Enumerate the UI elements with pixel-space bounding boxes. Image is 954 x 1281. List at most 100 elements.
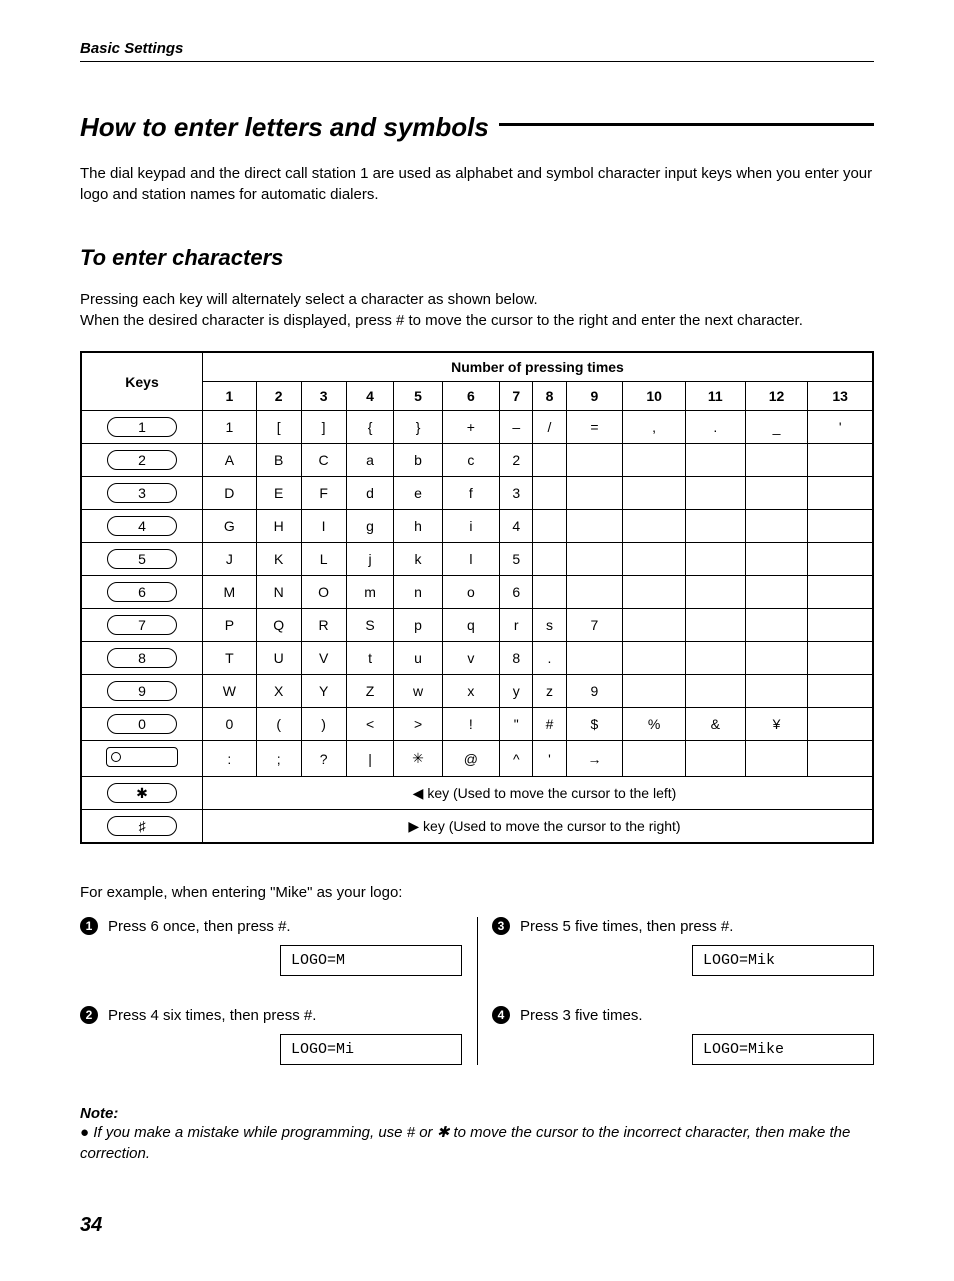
page-title: How to enter letters and symbols: [80, 112, 499, 143]
value-cell: 1: [203, 411, 257, 444]
key-cell: 7: [81, 609, 203, 642]
value-cell: ✳: [394, 741, 442, 777]
value-cell: [533, 477, 566, 510]
value-cell: [566, 477, 623, 510]
value-cell: [745, 675, 808, 708]
value-cell: _: [745, 411, 808, 444]
value-cell: [623, 444, 686, 477]
value-cell: &: [685, 708, 745, 741]
table-row: 2ABCabc2: [81, 444, 873, 477]
value-cell: [685, 477, 745, 510]
value-cell: [533, 444, 566, 477]
table-row: 8TUVtuv8.: [81, 642, 873, 675]
value-cell: [623, 642, 686, 675]
keycap: 8: [107, 648, 177, 668]
key-cell: 8: [81, 642, 203, 675]
value-cell: V: [301, 642, 346, 675]
value-cell: [745, 510, 808, 543]
value-cell: @: [442, 741, 500, 777]
value-cell: y: [500, 675, 533, 708]
value-cell: ": [500, 708, 533, 741]
subheading: To enter characters: [80, 245, 874, 271]
value-cell: T: [203, 642, 257, 675]
value-cell: [808, 477, 873, 510]
table-row: 3DEFdef3: [81, 477, 873, 510]
note-section: Note: If you make a mistake while progra…: [80, 1105, 874, 1164]
value-cell: ': [533, 741, 566, 777]
value-cell: [808, 576, 873, 609]
value-cell: C: [301, 444, 346, 477]
value-cell: t: [346, 642, 394, 675]
value-cell: q: [442, 609, 500, 642]
value-cell: l: [442, 543, 500, 576]
character-table: Keys Number of pressing times 1234567891…: [80, 351, 874, 844]
key-cell: 6: [81, 576, 203, 609]
value-cell: >: [394, 708, 442, 741]
value-cell: [685, 576, 745, 609]
value-cell: I: [301, 510, 346, 543]
value-cell: ;: [256, 741, 301, 777]
value-cell: n: [394, 576, 442, 609]
value-cell: #: [533, 708, 566, 741]
col-header: 4: [346, 382, 394, 411]
value-cell: [533, 510, 566, 543]
value-cell: [: [256, 411, 301, 444]
value-cell: (: [256, 708, 301, 741]
value-cell: [623, 675, 686, 708]
value-cell: ]: [301, 411, 346, 444]
value-cell: v: [442, 642, 500, 675]
value-cell: S: [346, 609, 394, 642]
key-cell: 1: [81, 411, 203, 444]
value-cell: ': [808, 411, 873, 444]
value-cell: h: [394, 510, 442, 543]
value-cell: L: [301, 543, 346, 576]
value-cell: [745, 642, 808, 675]
keycap: 7: [107, 615, 177, 635]
value-cell: [566, 444, 623, 477]
value-cell: [745, 741, 808, 777]
value-cell: [685, 444, 745, 477]
value-cell: !: [442, 708, 500, 741]
value-cell: [623, 477, 686, 510]
keycap: 3: [107, 483, 177, 503]
value-cell: W: [203, 675, 257, 708]
direct-call-key: [106, 747, 178, 767]
value-cell: ¥: [745, 708, 808, 741]
value-cell: ^: [500, 741, 533, 777]
key-cell: ♯: [81, 810, 203, 844]
value-cell: c: [442, 444, 500, 477]
table-row: 7PQRSpqrs7: [81, 609, 873, 642]
star-note: ◀ key (Used to move the cursor to the le…: [203, 777, 874, 810]
key-cell: 0: [81, 708, 203, 741]
value-cell: N: [256, 576, 301, 609]
value-cell: +: [442, 411, 500, 444]
value-cell: [745, 576, 808, 609]
value-cell: [745, 609, 808, 642]
value-cell: Y: [301, 675, 346, 708]
display-box: LOGO=Mi: [280, 1034, 462, 1065]
value-cell: [533, 576, 566, 609]
column-divider: [477, 917, 478, 1065]
value-cell: |: [346, 741, 394, 777]
display-box: LOGO=M: [280, 945, 462, 976]
value-cell: x: [442, 675, 500, 708]
value-cell: f: [442, 477, 500, 510]
value-cell: k: [394, 543, 442, 576]
value-cell: =: [566, 411, 623, 444]
step-number: 4: [492, 1006, 510, 1024]
key-cell: [81, 741, 203, 777]
col-header: 5: [394, 382, 442, 411]
value-cell: 0: [203, 708, 257, 741]
value-cell: }: [394, 411, 442, 444]
value-cell: G: [203, 510, 257, 543]
value-cell: Q: [256, 609, 301, 642]
value-cell: 5: [500, 543, 533, 576]
keys-header: Keys: [81, 352, 203, 411]
value-cell: 3: [500, 477, 533, 510]
col-header: 6: [442, 382, 500, 411]
intro-paragraph: The dial keypad and the direct call stat…: [80, 163, 874, 205]
value-cell: [566, 576, 623, 609]
value-cell: :: [203, 741, 257, 777]
key-cell: 9: [81, 675, 203, 708]
value-cell: z: [533, 675, 566, 708]
